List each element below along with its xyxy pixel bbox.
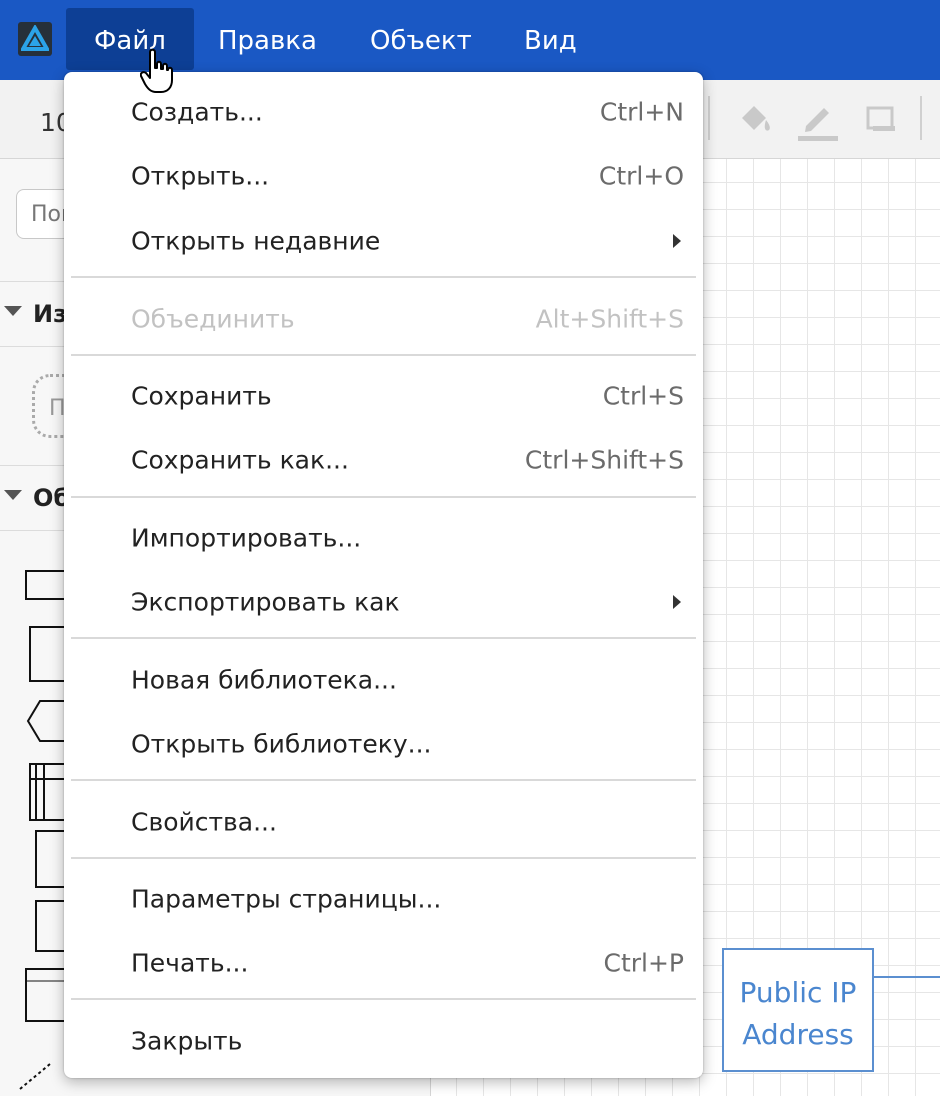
menu-item-shortcut: Ctrl+P bbox=[603, 948, 684, 978]
menu-file[interactable]: Файл bbox=[66, 8, 194, 70]
line-color-icon[interactable] bbox=[796, 98, 840, 142]
menu-item-label: Создать... bbox=[131, 97, 263, 127]
connector-line[interactable] bbox=[874, 976, 940, 978]
menu-edit[interactable]: Правка bbox=[190, 8, 345, 70]
menu-item-label: Открыть... bbox=[131, 161, 270, 191]
file-menu-dropdown: Создать... Ctrl+N Открыть... Ctrl+O Откр… bbox=[64, 72, 703, 1078]
submenu-arrow-icon bbox=[673, 595, 681, 609]
menu-item-label: Свойства... bbox=[131, 807, 277, 837]
sidebar-section-title: Из bbox=[33, 300, 68, 328]
menu-item-save[interactable]: Сохранить Ctrl+S bbox=[64, 364, 703, 428]
menu-item-label: Печать... bbox=[131, 948, 249, 978]
menu-item-label: Сохранить bbox=[131, 381, 272, 411]
menu-item-close[interactable]: Закрыть bbox=[64, 1009, 703, 1073]
menu-item-label: Сохранить как... bbox=[131, 445, 349, 475]
menu-item-page-setup[interactable]: Параметры страницы... bbox=[64, 867, 703, 931]
menu-item-label: Импортировать... bbox=[131, 523, 362, 553]
menu-item-label: Параметры страницы... bbox=[131, 884, 442, 914]
menu-item-open-recent[interactable]: Открыть недавние bbox=[64, 209, 703, 273]
toolbar-separator bbox=[708, 96, 710, 140]
submenu-arrow-icon bbox=[673, 234, 681, 248]
menu-item-export-as[interactable]: Экспортировать как bbox=[64, 570, 703, 634]
menu-item-label: Открыть недавние bbox=[131, 226, 381, 256]
menu-separator bbox=[71, 998, 696, 1000]
menu-item-shortcut: Alt+Shift+S bbox=[535, 304, 684, 334]
menu-item-properties[interactable]: Свойства... bbox=[64, 790, 703, 854]
app-logo-icon[interactable] bbox=[18, 22, 52, 56]
menu-item-label: Новая библиотека... bbox=[131, 665, 397, 695]
collapse-triangle-icon bbox=[4, 490, 22, 500]
menu-separator bbox=[71, 276, 696, 278]
menu-item-print[interactable]: Печать... Ctrl+P bbox=[64, 931, 703, 995]
menu-item-import[interactable]: Импортировать... bbox=[64, 506, 703, 570]
menu-separator bbox=[71, 354, 696, 356]
menu-item-shortcut: Ctrl+Shift+S bbox=[524, 445, 684, 475]
shape-label-line: Public IP bbox=[739, 976, 857, 1009]
menu-item-label: Открыть библиотеку... bbox=[131, 729, 432, 759]
menu-item-save-as[interactable]: Сохранить как... Ctrl+Shift+S bbox=[64, 428, 703, 492]
menu-item-label: Объединить bbox=[131, 304, 295, 334]
menu-item-shortcut: Ctrl+N bbox=[599, 97, 684, 127]
hand-cursor-icon bbox=[140, 48, 173, 93]
menu-item-shortcut: Ctrl+O bbox=[598, 161, 684, 191]
shape-label-line: Address bbox=[742, 1018, 854, 1051]
menu-item-label: Закрыть bbox=[131, 1026, 243, 1056]
menu-item-open-library[interactable]: Открыть библиотеку... bbox=[64, 712, 703, 776]
menu-item-label: Экспортировать как bbox=[131, 587, 400, 617]
toolbar-separator bbox=[920, 96, 922, 140]
shadow-icon[interactable] bbox=[866, 104, 900, 138]
menu-item-open[interactable]: Открыть... Ctrl+O bbox=[64, 144, 703, 208]
menu-separator bbox=[71, 857, 696, 859]
collapse-triangle-icon bbox=[4, 306, 22, 316]
menu-object[interactable]: Объект bbox=[342, 8, 500, 70]
menu-separator bbox=[71, 496, 696, 498]
menu-item-new-library[interactable]: Новая библиотека... bbox=[64, 648, 703, 712]
menu-item-shortcut: Ctrl+S bbox=[602, 381, 684, 411]
public-ip-shape[interactable]: Public IP Address bbox=[722, 948, 874, 1072]
menu-item-merge: Объединить Alt+Shift+S bbox=[64, 287, 703, 351]
menu-separator bbox=[71, 637, 696, 639]
fill-color-icon[interactable] bbox=[736, 100, 776, 140]
menu-separator bbox=[71, 779, 696, 781]
menu-view[interactable]: Вид bbox=[496, 8, 605, 70]
